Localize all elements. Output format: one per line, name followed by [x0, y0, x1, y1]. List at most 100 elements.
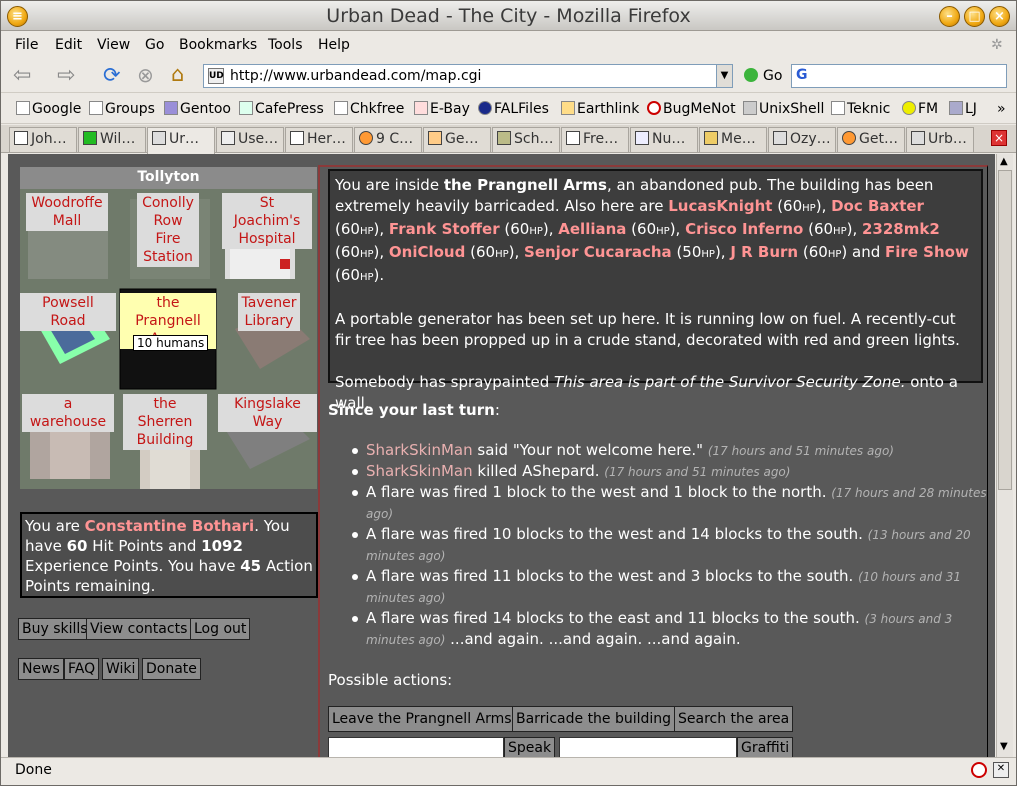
view-contacts-button[interactable]: View contacts: [86, 618, 192, 640]
back-icon[interactable]: ⇦: [13, 63, 31, 88]
menu-go[interactable]: Go: [145, 37, 164, 53]
tab-5[interactable]: Her…: [285, 127, 353, 152]
speak-button[interactable]: Speak: [504, 737, 556, 757]
tab-8[interactable]: Sch…: [492, 127, 560, 152]
map-cell-powsell-road[interactable]: Powsell Road: [20, 293, 116, 331]
events-section: Since your last turn: SharkSkinMan said …: [328, 400, 988, 690]
bookmark-gentoo[interactable]: Gentoo: [164, 101, 231, 117]
tab-9[interactable]: Fre…: [561, 127, 629, 152]
search-area-button[interactable]: Search the area: [674, 706, 794, 732]
scroll-down-icon[interactable]: ▼: [1000, 741, 1008, 752]
scrollbar-thumb[interactable]: [998, 170, 1012, 490]
stop-icon[interactable]: ⊗: [137, 63, 154, 87]
tab-10[interactable]: Nu…: [630, 127, 698, 152]
bookmark-unixshell[interactable]: UnixShell: [743, 101, 824, 117]
unixshell-icon: [743, 101, 757, 115]
reload-icon[interactable]: ⟳: [103, 63, 121, 87]
go-icon[interactable]: [744, 68, 758, 82]
scroll-up-icon[interactable]: ▲: [1000, 156, 1008, 167]
description-paragraph-1: You are inside the Prangnell Arms, an ab…: [335, 176, 969, 284]
player-name[interactable]: Constantine Bothari: [85, 517, 255, 535]
bookmark-google[interactable]: Google: [16, 101, 81, 117]
menu-help[interactable]: Help: [318, 37, 350, 53]
map-cell-sherren-building[interactable]: the Sherren Building: [123, 394, 207, 450]
survivor-link[interactable]: Crisco Inferno: [685, 220, 803, 238]
map-cell-tavener-library[interactable]: Tavener Library: [238, 293, 300, 331]
bookmark-cafepress[interactable]: CafePress: [239, 101, 324, 117]
event-item: SharkSkinMan killed AShepard. (17 hours …: [328, 461, 988, 482]
tab-4[interactable]: Use…: [216, 127, 284, 152]
wiki-button[interactable]: Wiki: [102, 658, 140, 680]
bookmark-teknic[interactable]: Teknic: [831, 101, 890, 117]
survivor-link[interactable]: Senjor Cucaracha: [524, 243, 672, 261]
close-icon[interactable]: ×: [989, 6, 1010, 27]
tab-12[interactable]: Ozy…: [768, 127, 836, 152]
close-tab-icon[interactable]: ×: [991, 130, 1007, 146]
security-icon[interactable]: ✕: [993, 762, 1009, 778]
map-cell-conolly-row-fire-station[interactable]: Conolly Row Fire Station: [137, 193, 199, 267]
hp-unit: HP: [359, 226, 374, 237]
tab-3-active[interactable]: Ur…: [147, 127, 215, 154]
event-actor-link[interactable]: SharkSkinMan: [366, 462, 473, 480]
search-input[interactable]: G: [791, 64, 1007, 88]
bookmarks-overflow-icon[interactable]: »: [997, 101, 1006, 117]
vertical-scrollbar[interactable]: ▲ ▼: [996, 154, 1013, 757]
graffiti-button[interactable]: Graffiti: [737, 737, 794, 757]
survivor-link[interactable]: Frank Stoffer: [389, 220, 500, 238]
bookmark-ebay[interactable]: E-Bay: [414, 101, 470, 117]
google-search-icon[interactable]: G: [796, 67, 808, 83]
minimize-icon[interactable]: –: [939, 6, 960, 27]
survivor-link[interactable]: Aelliana: [558, 220, 626, 238]
tab-6[interactable]: 9 C…: [354, 127, 422, 152]
survivor-link[interactable]: J R Burn: [730, 243, 798, 261]
log-out-button[interactable]: Log out: [190, 618, 251, 640]
tab-13[interactable]: Get…: [837, 127, 905, 152]
bookmark-bugmenot[interactable]: BugMeNot: [647, 101, 736, 117]
bookmark-fm[interactable]: FM: [902, 101, 938, 117]
map-cell-woodroffe-mall[interactable]: Woodroffe Mall: [26, 193, 108, 231]
bookmark-earthlink[interactable]: Earthlink: [561, 101, 639, 117]
menu-edit[interactable]: Edit: [55, 37, 82, 53]
menu-view[interactable]: View: [97, 37, 130, 53]
forward-icon[interactable]: ⇨: [57, 63, 75, 88]
survivor-link[interactable]: OniCloud: [389, 243, 465, 261]
news-button[interactable]: News: [18, 658, 64, 680]
barricade-button[interactable]: Barricade the building: [512, 706, 676, 732]
bookmark-groups[interactable]: Groups: [89, 101, 155, 117]
event-actor-link[interactable]: SharkSkinMan: [366, 441, 473, 459]
tab-2[interactable]: Wil…: [78, 127, 146, 152]
map-cell-kingslake-way[interactable]: Kingslake Way: [218, 394, 317, 432]
tab-7[interactable]: Ge…: [423, 127, 491, 152]
tab-bar: Joh… Wil… Ur… Use… Her… 9 C… Ge… Sch… Fr…: [1, 125, 1016, 154]
url-dropdown-icon[interactable]: ▼: [716, 64, 733, 88]
url-field[interactable]: UD http://www.urbandead.com/map.cgi: [203, 64, 733, 88]
fm-icon: [902, 101, 916, 115]
tab-1[interactable]: Joh…: [9, 127, 77, 152]
bookmark-lj[interactable]: LJ: [949, 101, 977, 117]
survivor-link[interactable]: 2328mk2: [862, 220, 940, 238]
buy-skills-button[interactable]: Buy skills: [18, 618, 92, 640]
home-icon[interactable]: ⌂: [171, 62, 184, 86]
speak-input[interactable]: [328, 737, 504, 757]
survivor-link[interactable]: Doc Baxter: [831, 197, 924, 215]
map-cell-st-joachims-hospital[interactable]: St Joachim's Hospital: [222, 193, 312, 249]
tab-14[interactable]: Urb…: [906, 127, 974, 152]
maximize-icon[interactable]: □: [964, 6, 985, 27]
donate-button[interactable]: Donate: [142, 658, 201, 680]
bookmark-falfiles[interactable]: FALFiles: [478, 101, 549, 117]
leave-building-button[interactable]: Leave the Prangnell Arms: [328, 706, 516, 732]
graffiti-input[interactable]: [559, 737, 737, 757]
menu-file[interactable]: File: [15, 37, 38, 53]
tab-site-icon: [773, 131, 787, 145]
popup-blocked-icon[interactable]: [971, 762, 987, 778]
bookmark-chkfree[interactable]: Chkfree: [334, 101, 404, 117]
survivor-link[interactable]: Fire Show: [885, 243, 969, 261]
menu-bookmarks[interactable]: Bookmarks: [179, 37, 257, 53]
bugmenot-icon: [647, 101, 661, 115]
go-button[interactable]: Go: [763, 68, 782, 84]
menu-tools[interactable]: Tools: [268, 37, 303, 53]
faq-button[interactable]: FAQ: [64, 658, 100, 680]
tab-11[interactable]: Me…: [699, 127, 767, 152]
survivor-link[interactable]: LucasKnight: [668, 197, 772, 215]
map-cell-a-warehouse[interactable]: a warehouse: [22, 394, 114, 432]
